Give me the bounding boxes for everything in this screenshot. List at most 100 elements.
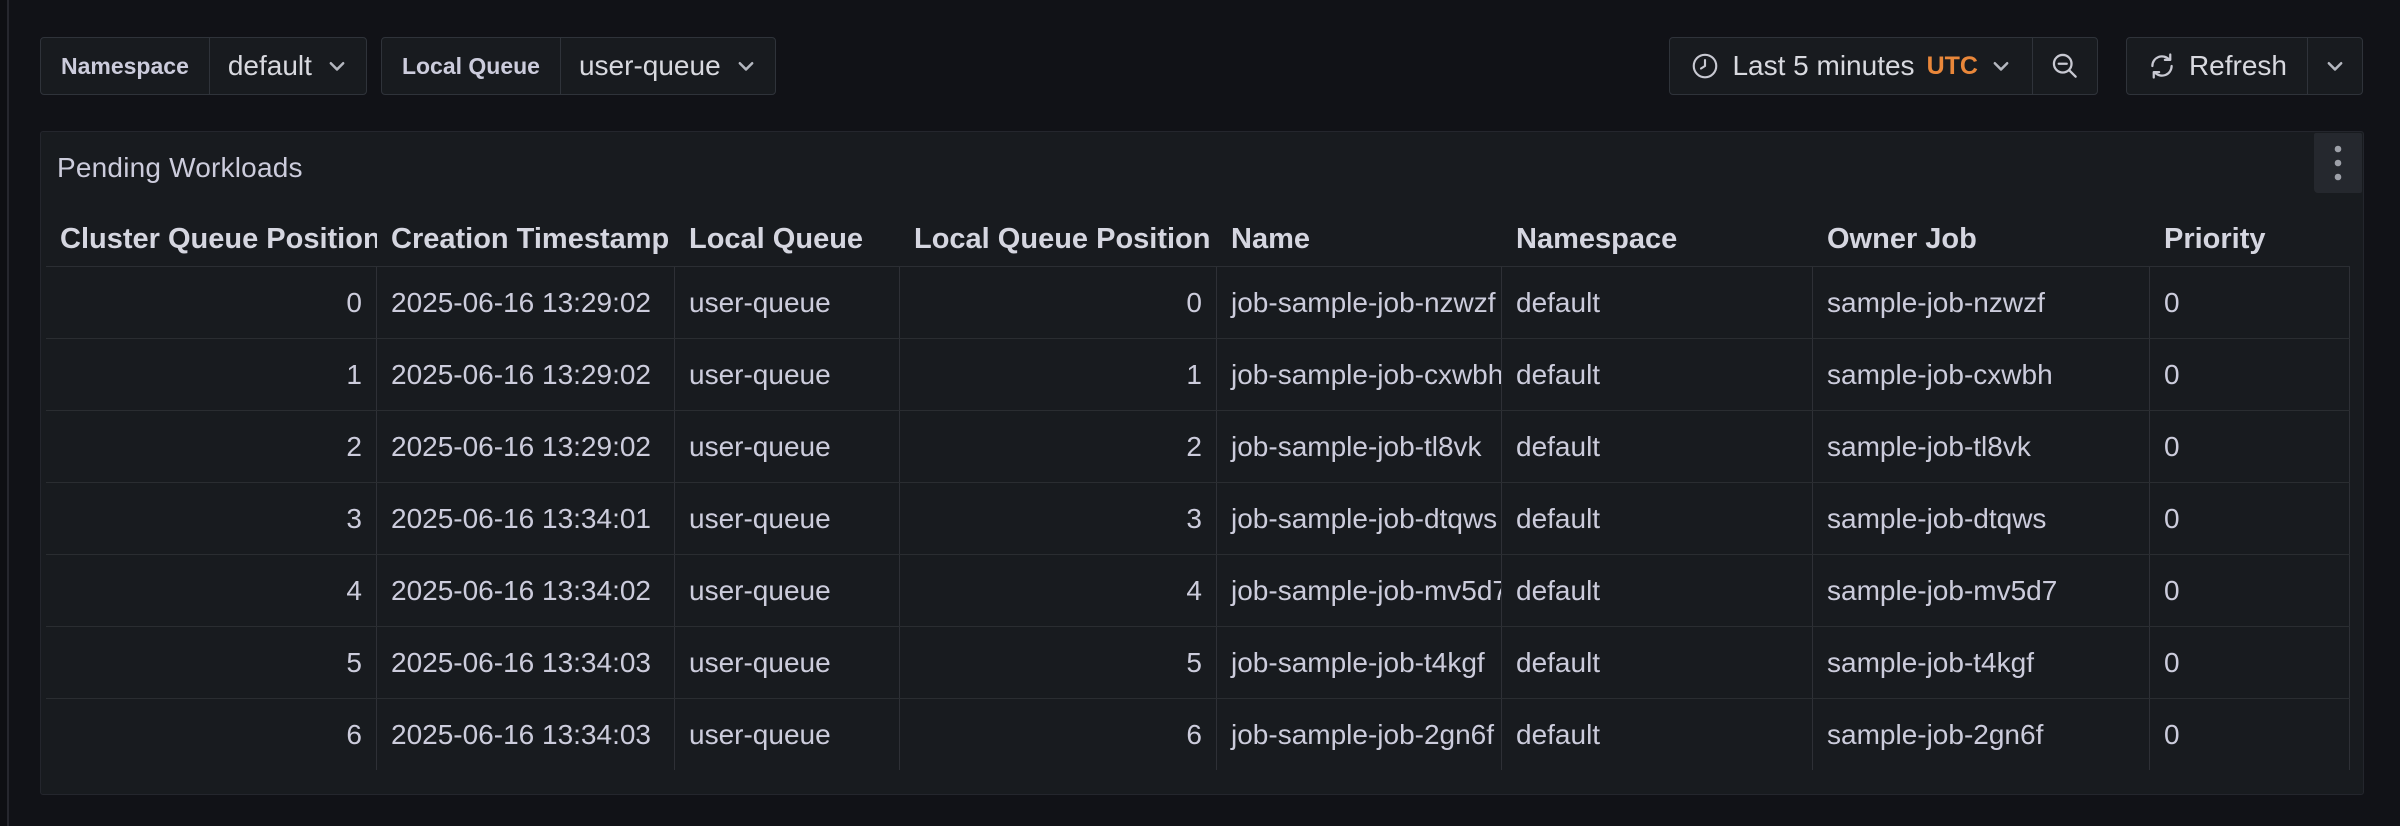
table-row: 22025-06-16 13:29:02user-queue2job-sampl…	[46, 411, 2350, 483]
table-cell: sample-job-t4kgf	[1813, 627, 2150, 698]
refresh-group: Refresh	[2126, 37, 2363, 95]
table-cell: user-queue	[675, 627, 900, 698]
table-cell: 2025-06-16 13:34:03	[377, 699, 675, 770]
table-cell: default	[1502, 555, 1813, 626]
table-body: 02025-06-16 13:29:02user-queue0job-sampl…	[46, 267, 2350, 770]
table-cell: job-sample-job-2gn6f	[1217, 699, 1502, 770]
table-row: 32025-06-16 13:34:01user-queue3job-sampl…	[46, 483, 2350, 555]
panel-title: Pending Workloads	[57, 152, 303, 184]
column-header[interactable]: Cluster Queue Position	[46, 213, 377, 266]
table-cell: 2	[900, 411, 1217, 482]
sidebar-edge	[0, 0, 9, 826]
column-header[interactable]: Namespace	[1502, 213, 1813, 266]
table-cell: default	[1502, 699, 1813, 770]
column-header[interactable]: Creation Timestamp	[377, 213, 675, 266]
variable-local-queue: Local Queue user-queue	[381, 37, 776, 95]
table-cell: 4	[900, 555, 1217, 626]
table-cell: default	[1502, 411, 1813, 482]
table-cell: user-queue	[675, 555, 900, 626]
table-cell: job-sample-job-dtqws	[1217, 483, 1502, 554]
chevron-down-icon	[326, 55, 348, 77]
table-cell: 2	[46, 411, 377, 482]
variable-local-queue-value: user-queue	[579, 50, 721, 82]
table-cell: 0	[2150, 267, 2350, 338]
column-header[interactable]: Local Queue Position	[900, 213, 1217, 266]
table-cell: 1	[46, 339, 377, 410]
time-picker-group: Last 5 minutes UTC	[1669, 37, 2098, 95]
table-cell: sample-job-mv5d7	[1813, 555, 2150, 626]
table-cell: default	[1502, 267, 1813, 338]
clock-icon	[1690, 51, 1720, 81]
table-cell: 0	[2150, 699, 2350, 770]
table-cell: 6	[46, 699, 377, 770]
table-cell: 2025-06-16 13:29:02	[377, 267, 675, 338]
table-cell: 0	[2150, 411, 2350, 482]
table-row: 52025-06-16 13:34:03user-queue5job-sampl…	[46, 627, 2350, 699]
table-cell: 1	[900, 339, 1217, 410]
table-cell: sample-job-cxwbh	[1813, 339, 2150, 410]
table-cell: default	[1502, 339, 1813, 410]
table-cell: sample-job-nzwzf	[1813, 267, 2150, 338]
timezone-badge: UTC	[1927, 52, 1978, 81]
table-cell: job-sample-job-mv5d7	[1217, 555, 1502, 626]
variable-namespace-select[interactable]: default	[210, 38, 366, 94]
chevron-down-icon	[735, 55, 757, 77]
column-header[interactable]: Owner Job	[1813, 213, 2150, 266]
panel-header: Pending Workloads	[41, 132, 2363, 204]
kebab-menu-icon	[2333, 144, 2343, 182]
time-range-label: Last 5 minutes	[1732, 50, 1914, 82]
table-row: 42025-06-16 13:34:02user-queue4job-sampl…	[46, 555, 2350, 627]
table-cell: 4	[46, 555, 377, 626]
pending-workloads-panel: Pending Workloads Cluster Queue Position…	[40, 131, 2364, 795]
table-cell: 5	[46, 627, 377, 698]
table-header-row: Cluster Queue PositionCreation Timestamp…	[46, 213, 2350, 267]
table-cell: user-queue	[675, 699, 900, 770]
variable-namespace: Namespace default	[40, 37, 367, 95]
table-cell: 0	[2150, 627, 2350, 698]
zoom-out-icon	[2049, 50, 2081, 82]
table-row: 62025-06-16 13:34:03user-queue6job-sampl…	[46, 699, 2350, 770]
chevron-down-icon	[1990, 55, 2012, 77]
table-cell: user-queue	[675, 339, 900, 410]
table-cell: 0	[2150, 339, 2350, 410]
table-cell: 2025-06-16 13:34:03	[377, 627, 675, 698]
table-cell: sample-job-tl8vk	[1813, 411, 2150, 482]
variable-local-queue-label: Local Queue	[382, 38, 561, 94]
time-controls: Last 5 minutes UTC	[1669, 37, 2363, 95]
panel-menu-button[interactable]	[2314, 133, 2362, 193]
table-cell: 2025-06-16 13:29:02	[377, 411, 675, 482]
column-header[interactable]: Priority	[2150, 213, 2350, 266]
table-cell: 2025-06-16 13:34:02	[377, 555, 675, 626]
table-cell: user-queue	[675, 267, 900, 338]
variable-local-queue-select[interactable]: user-queue	[561, 38, 775, 94]
table-cell: sample-job-dtqws	[1813, 483, 2150, 554]
table-row: 02025-06-16 13:29:02user-queue0job-sampl…	[46, 267, 2350, 339]
chevron-down-icon	[2324, 55, 2346, 77]
table-cell: 2025-06-16 13:34:01	[377, 483, 675, 554]
refresh-interval-button[interactable]	[2307, 38, 2362, 94]
refresh-button[interactable]: Refresh	[2127, 38, 2307, 94]
table-cell: job-sample-job-tl8vk	[1217, 411, 1502, 482]
pending-workloads-table: Cluster Queue PositionCreation Timestamp…	[46, 213, 2350, 770]
variable-namespace-value: default	[228, 50, 312, 82]
table-cell: 6	[900, 699, 1217, 770]
table-cell: user-queue	[675, 411, 900, 482]
table-cell: 0	[2150, 483, 2350, 554]
table-cell: default	[1502, 627, 1813, 698]
time-range-button[interactable]: Last 5 minutes UTC	[1670, 38, 2032, 94]
table-cell: 2025-06-16 13:29:02	[377, 339, 675, 410]
table-cell: 0	[900, 267, 1217, 338]
table-cell: 3	[46, 483, 377, 554]
table-cell: job-sample-job-t4kgf	[1217, 627, 1502, 698]
table-cell: 5	[900, 627, 1217, 698]
column-header[interactable]: Name	[1217, 213, 1502, 266]
table-cell: 0	[2150, 555, 2350, 626]
table-cell: user-queue	[675, 483, 900, 554]
table-cell: sample-job-2gn6f	[1813, 699, 2150, 770]
time-zoom-out-button[interactable]	[2032, 38, 2097, 94]
table-cell: 3	[900, 483, 1217, 554]
column-header[interactable]: Local Queue	[675, 213, 900, 266]
table-cell: job-sample-job-cxwbh	[1217, 339, 1502, 410]
table-cell: default	[1502, 483, 1813, 554]
variable-namespace-label: Namespace	[41, 38, 210, 94]
